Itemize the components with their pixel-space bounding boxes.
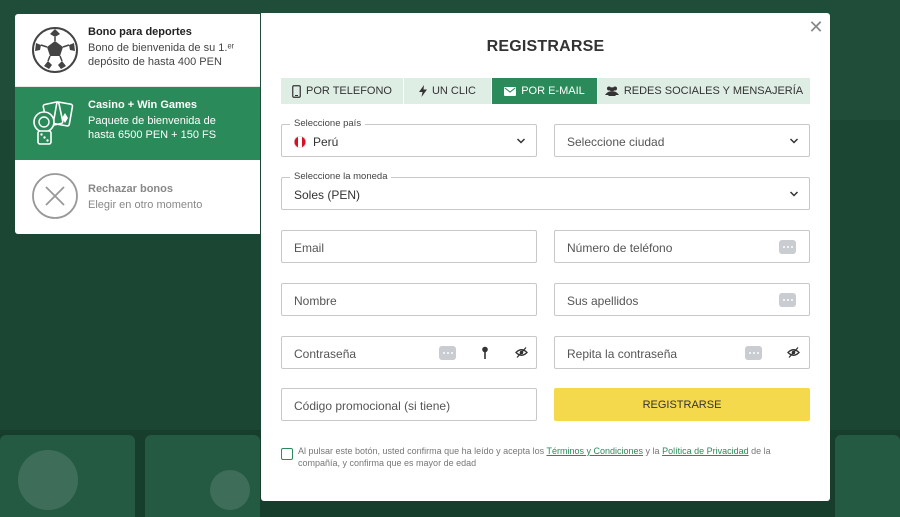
- envelope-icon: [504, 86, 517, 96]
- key-icon[interactable]: [481, 346, 489, 360]
- background-decoration: [18, 450, 78, 510]
- tab-email[interactable]: POR E-MAIL: [492, 78, 598, 104]
- bonus-title: Casino + Win Games: [88, 99, 198, 111]
- lightning-icon: [418, 85, 427, 97]
- people-icon: [604, 86, 619, 96]
- close-button[interactable]: ✕: [806, 17, 826, 37]
- tab-phone[interactable]: POR TELEFONO: [281, 78, 404, 104]
- autofill-dots-icon[interactable]: [439, 346, 456, 360]
- first-name-placeholder: Nombre: [294, 294, 337, 308]
- consent-block: Al pulsar este botón, usted confirma que…: [281, 445, 811, 469]
- privacy-link[interactable]: Política de Privacidad: [662, 446, 749, 456]
- chevron-down-icon: [789, 138, 799, 144]
- bonus-title: Rechazar bonos: [88, 183, 173, 195]
- country-label: Seleccione país: [290, 118, 366, 129]
- tab-label: UN CLIC: [431, 85, 476, 97]
- tab-one-click[interactable]: UN CLIC: [404, 78, 492, 104]
- promo-code-placeholder: Código promocional (si tiene): [294, 399, 451, 413]
- chevron-down-icon: [516, 138, 526, 144]
- bonus-description: depósito de hasta 400 PEN: [88, 56, 222, 68]
- bonus-description: hasta 6500 PEN + 150 FS: [88, 129, 217, 141]
- last-name-field[interactable]: Sus apellidos: [554, 283, 810, 316]
- email-field[interactable]: Email: [281, 230, 537, 263]
- phone-field[interactable]: Número de teléfono: [554, 230, 810, 263]
- background-card: [835, 435, 900, 517]
- autofill-dots-icon[interactable]: [745, 346, 762, 360]
- registration-tabs: POR TELEFONO UN CLIC POR E-MAIL REDES SO…: [281, 78, 810, 104]
- bonus-option-sports[interactable]: Bono para deportes Bono de bienvenida de…: [15, 14, 260, 87]
- bonus-description: Bono de bienvenida de su 1.ᵉʳ: [88, 42, 235, 54]
- bonus-title: Bono para deportes: [88, 26, 192, 38]
- country-value: Perú: [313, 135, 339, 149]
- email-placeholder: Email: [294, 241, 325, 255]
- currency-select[interactable]: Seleccione la moneda Soles (PEN): [281, 171, 810, 210]
- registration-modal: ✕ REGISTRARSE POR TELEFONO UN CLIC POR E…: [261, 13, 830, 501]
- country-value-wrap: Perú: [294, 135, 338, 149]
- consent-checkbox[interactable]: [281, 448, 293, 460]
- last-name-placeholder: Sus apellidos: [567, 294, 639, 308]
- currency-label: Seleccione la moneda: [290, 171, 392, 182]
- phone-icon: [292, 84, 301, 98]
- autofill-dots-icon[interactable]: [779, 293, 796, 307]
- modal-title: REGISTRARSE: [486, 38, 605, 55]
- first-name-field[interactable]: Nombre: [281, 283, 537, 316]
- register-button[interactable]: REGISTRARSE: [554, 388, 810, 421]
- consent-text-part: y la: [643, 446, 663, 456]
- currency-value: Soles (PEN): [294, 188, 361, 202]
- peru-flag-icon: [294, 136, 306, 148]
- phone-placeholder: Número de teléfono: [567, 241, 673, 255]
- repeat-password-placeholder: Repita la contraseña: [567, 347, 678, 361]
- bonus-description: Paquete de bienvenida de: [88, 115, 216, 127]
- city-select[interactable]: Seleccione ciudad: [554, 124, 810, 157]
- chevron-down-icon: [789, 191, 799, 197]
- background-decoration: [210, 470, 250, 510]
- repeat-password-field[interactable]: Repita la contraseña: [554, 336, 810, 369]
- tab-label: POR E-MAIL: [521, 85, 585, 97]
- reject-x-icon: [32, 173, 78, 219]
- city-placeholder: Seleccione ciudad: [567, 135, 665, 149]
- country-select[interactable]: Seleccione país Perú: [281, 118, 537, 157]
- bonus-description: Elegir en otro momento: [88, 199, 203, 211]
- tab-social[interactable]: REDES SOCIALES Y MENSAJERÍA: [598, 78, 810, 104]
- password-field[interactable]: Contraseña: [281, 336, 537, 369]
- bonus-option-reject[interactable]: Rechazar bonos Elegir en otro momento: [15, 160, 260, 233]
- bonus-option-casino[interactable]: Casino + Win Games Paquete de bienvenida…: [15, 87, 260, 160]
- eye-hidden-icon[interactable]: [787, 346, 800, 359]
- autofill-dots-icon[interactable]: [779, 240, 796, 254]
- password-placeholder: Contraseña: [294, 347, 357, 361]
- casino-chips-dice-icon: [33, 101, 74, 145]
- consent-text: Al pulsar este botón, usted confirma que…: [298, 445, 811, 469]
- soccer-ball-icon: [32, 27, 78, 73]
- tab-label: REDES SOCIALES Y MENSAJERÍA: [623, 85, 804, 97]
- eye-hidden-icon[interactable]: [515, 346, 528, 359]
- terms-link[interactable]: Términos y Condiciones: [547, 446, 644, 456]
- tab-label: POR TELEFONO: [306, 85, 392, 97]
- promo-code-field[interactable]: Código promocional (si tiene): [281, 388, 537, 421]
- bonus-panel: Bono para deportes Bono de bienvenida de…: [15, 14, 260, 234]
- consent-text-part: Al pulsar este botón, usted confirma que…: [298, 446, 547, 456]
